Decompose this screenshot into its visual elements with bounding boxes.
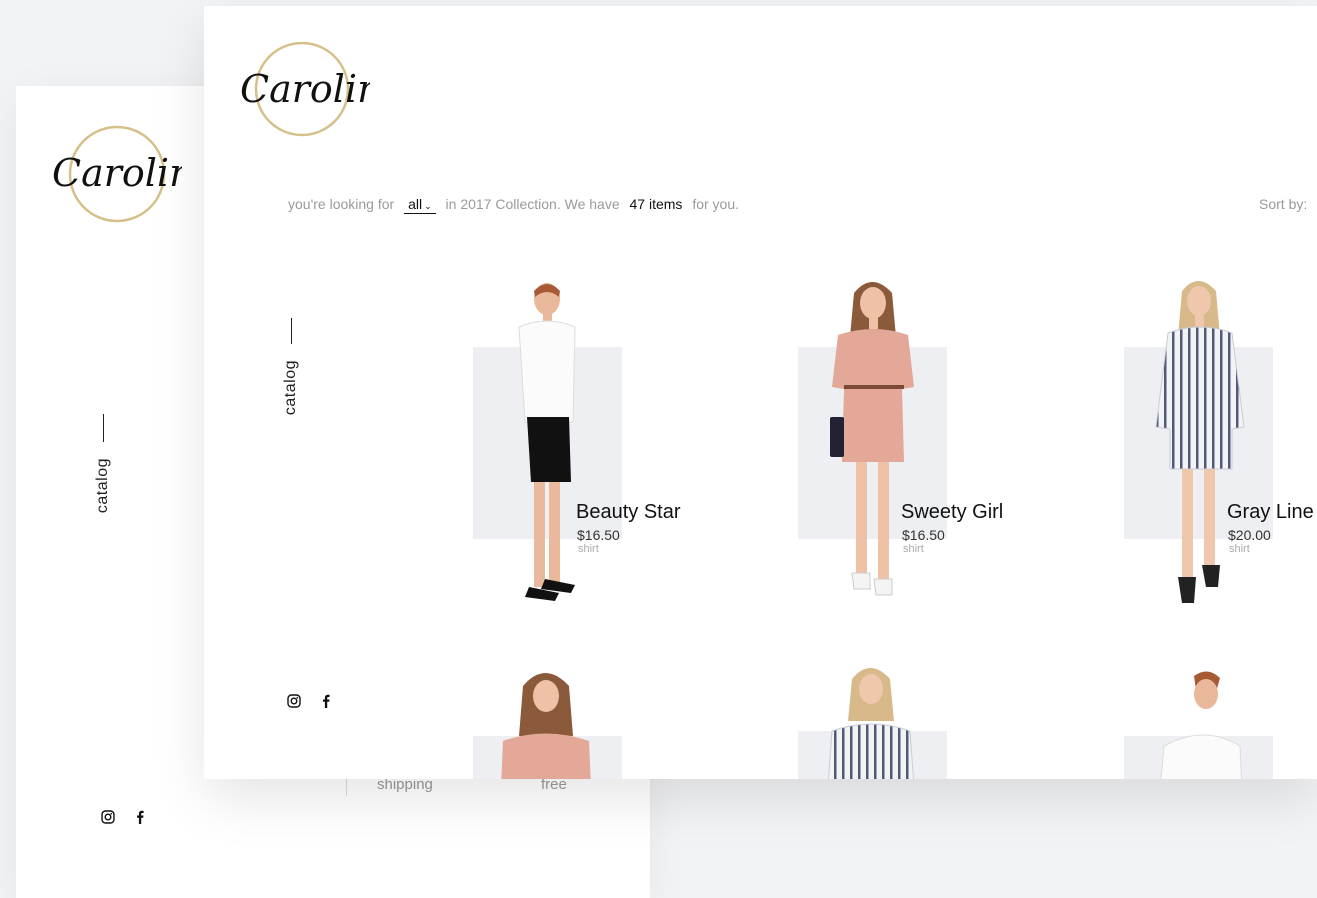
product-category: shirt xyxy=(578,543,599,555)
product-category: shirt xyxy=(1229,543,1250,555)
brand-logo[interactable]: Caroline xyxy=(52,124,182,224)
product-category: shirt xyxy=(903,543,924,555)
svg-text:Caroline: Caroline xyxy=(240,67,370,111)
filter-prefix: you're looking for xyxy=(288,196,395,212)
facebook-icon[interactable] xyxy=(133,810,147,824)
shipping-info: shipping free xyxy=(346,776,646,804)
product-photo xyxy=(1155,281,1245,603)
product-price: $20.00 xyxy=(1228,527,1271,543)
product-card[interactable]: Beauty Star $16.50 shirt xyxy=(473,277,773,617)
product-photo xyxy=(1160,671,1242,779)
catalog-nav-label[interactable]: catalog xyxy=(282,360,300,415)
product-photo xyxy=(518,283,576,601)
product-name[interactable]: Sweety Girl xyxy=(901,501,1003,524)
catalog-nav[interactable]: catalog xyxy=(94,414,112,513)
product-card[interactable] xyxy=(798,661,1098,779)
product-name[interactable]: Gray Line xyxy=(1227,501,1314,524)
instagram-icon[interactable] xyxy=(287,694,301,708)
product-photo xyxy=(830,282,914,596)
product-name[interactable]: Beauty Star xyxy=(576,501,681,524)
item-count: 47 items xyxy=(629,196,683,212)
product-photo xyxy=(828,668,914,779)
nav-divider xyxy=(290,318,292,344)
product-price: $16.50 xyxy=(577,527,620,543)
product-price: $16.50 xyxy=(902,527,945,543)
nav-divider xyxy=(102,414,104,442)
social-links xyxy=(287,694,333,708)
catalog-nav-label[interactable]: catalog xyxy=(94,458,112,513)
footer-divider xyxy=(346,776,347,796)
sort-by-control[interactable]: Sort by: xyxy=(1259,196,1307,212)
svg-text:Caroline: Caroline xyxy=(52,151,182,195)
product-card[interactable] xyxy=(473,666,773,779)
facebook-icon[interactable] xyxy=(319,694,333,708)
filter-suffix: for you. xyxy=(692,196,740,212)
chevron-down-icon: ⌄ xyxy=(424,201,432,211)
brand-logo[interactable]: Caroline xyxy=(240,42,370,142)
filter-middle: in 2017 Collection. We have xyxy=(445,196,620,212)
instagram-icon[interactable] xyxy=(101,810,115,824)
category-select[interactable]: all ⌄ xyxy=(404,196,436,214)
product-card[interactable]: Sweety Girl $16.50 shirt xyxy=(798,277,1098,617)
product-card[interactable]: Gray Line $20.00 shirt xyxy=(1124,277,1317,617)
catalog-nav[interactable]: catalog xyxy=(282,318,300,415)
category-select-value: all xyxy=(408,196,423,212)
front-page-card: Caroline you're looking for all⌄ in 2017… xyxy=(204,6,1317,779)
collection-filter: you're looking for all ⌄ in 2017 Collecti… xyxy=(288,196,740,214)
product-photo xyxy=(501,673,591,779)
social-links xyxy=(101,810,147,824)
product-card[interactable] xyxy=(1124,666,1317,779)
